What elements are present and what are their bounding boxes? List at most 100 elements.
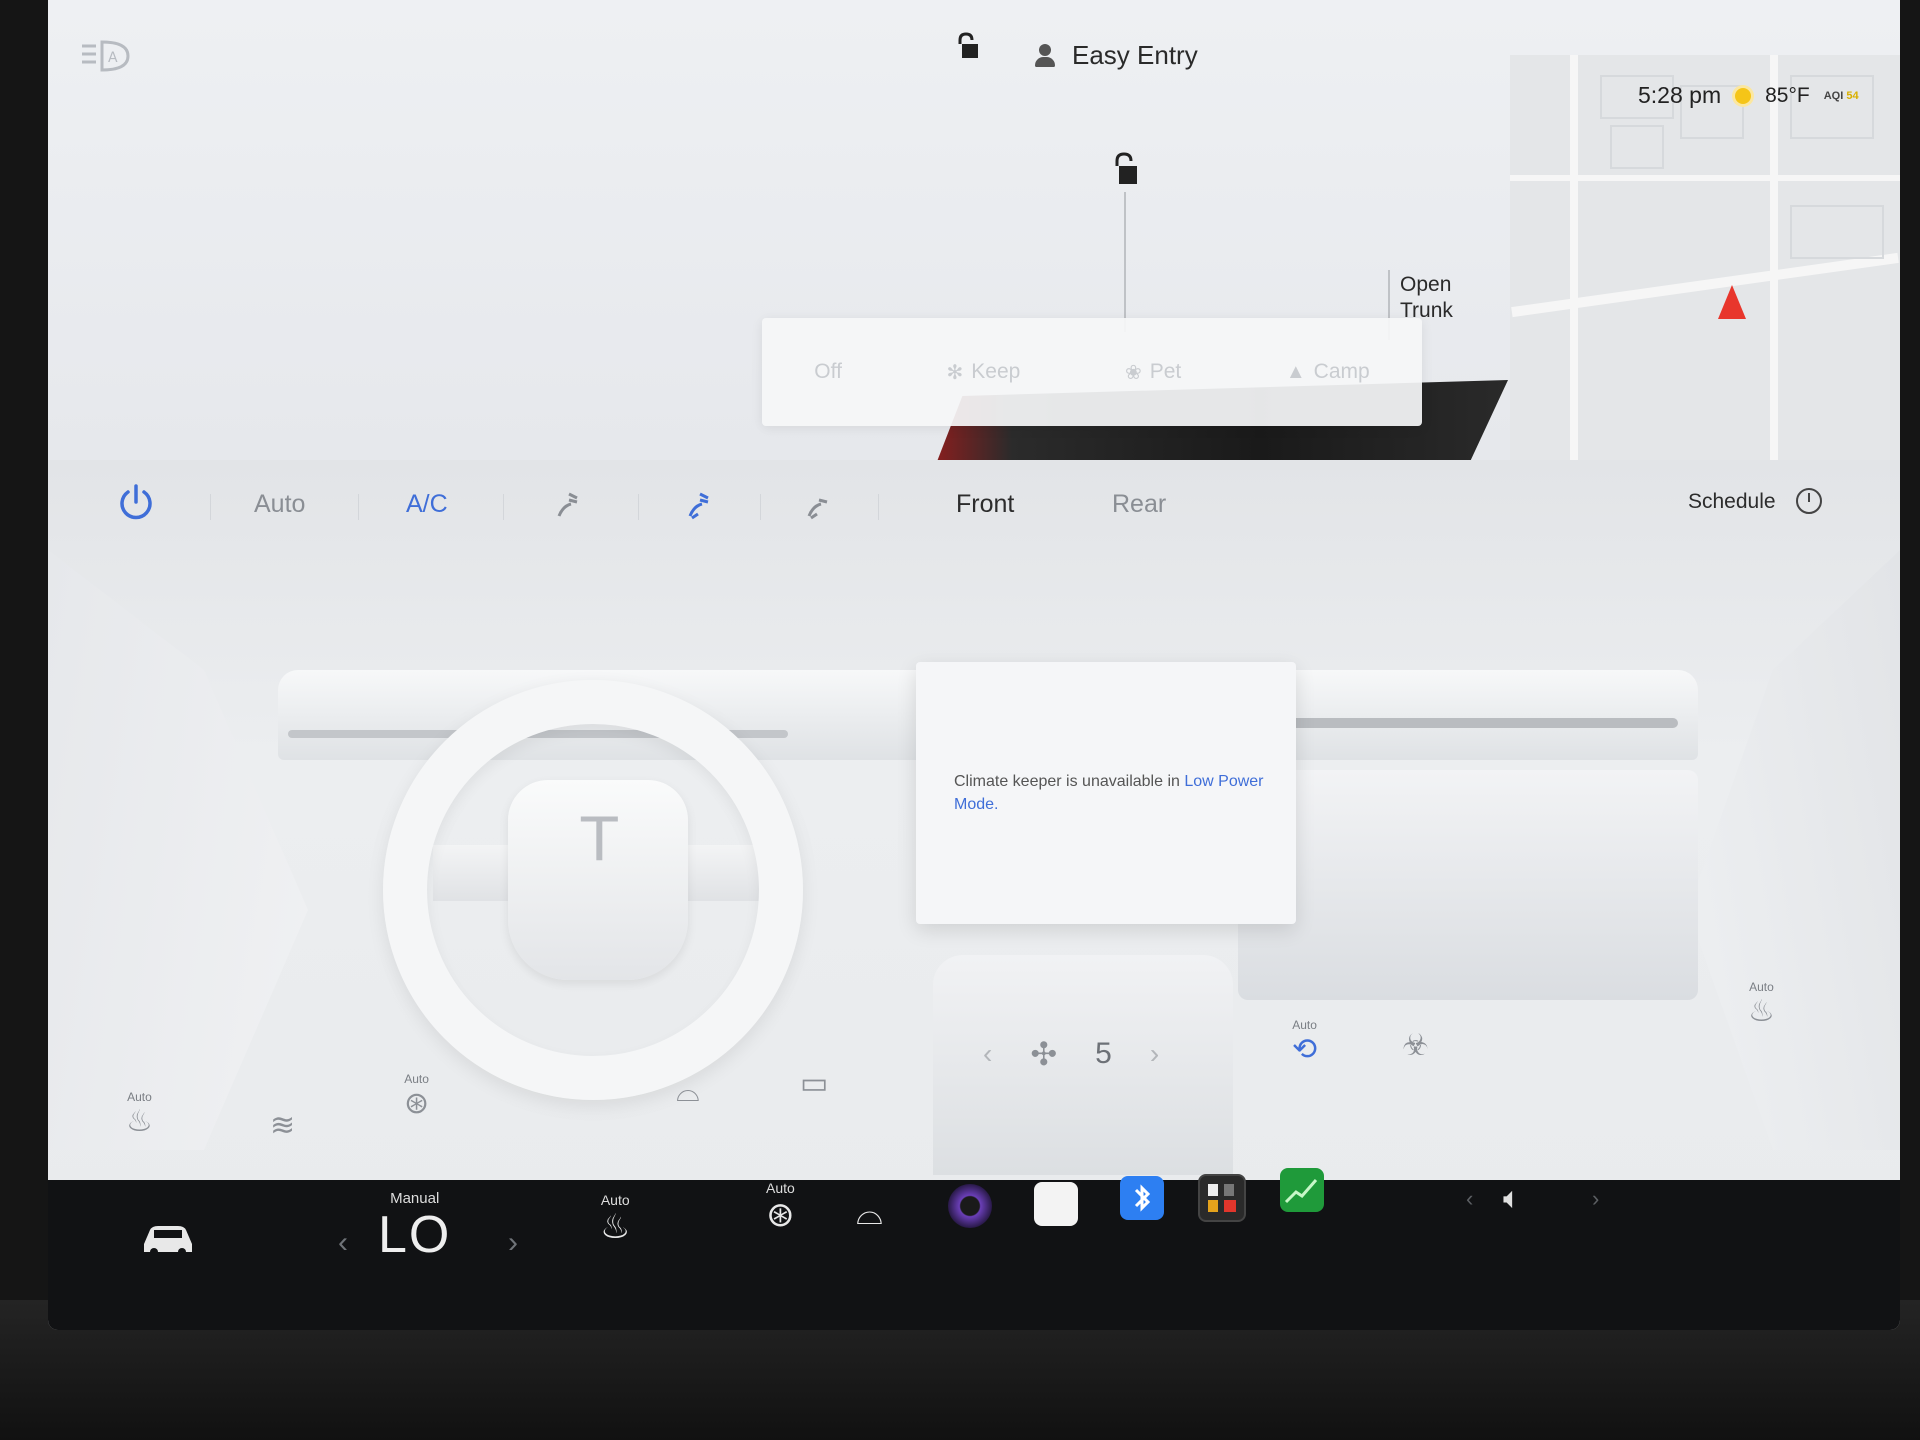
sun-icon [1735,87,1752,104]
wiper-defrost-icon: ≋ [270,1109,296,1142]
keeper-option-label: Pet [1149,360,1182,383]
climate-keeper-message: Climate keeper is unavailable in Low Pow… [916,662,1296,924]
recirculate-icon: ⟲ [1292,1033,1318,1066]
clock-icon[interactable] [1796,488,1822,514]
seat-heater-icon: ♨ [1748,995,1775,1028]
keeper-option-keep[interactable]: ✻ Keep [947,360,1021,385]
fan-decrease-button[interactable]: ‹ [983,1038,992,1070]
airflow-feet-icon[interactable] [803,490,833,527]
toolbar-divider [210,494,211,520]
taskbar-defrost-button[interactable]: ⌓ [856,1194,883,1232]
passenger-seat-heat-button[interactable]: Auto ♨ [1748,980,1775,1028]
bioweapon-mode-button[interactable]: ☣ [1402,1030,1429,1062]
fan-increase-button[interactable]: › [1150,1038,1159,1070]
message-suffix: . [994,796,999,813]
climate-panel: T Auto A/C Front Rear Schedule Climate k… [48,460,1900,1210]
rear-defrost-button[interactable]: ≋ [270,1110,295,1142]
rear-window-defrost-button[interactable]: ▭ [800,1068,828,1100]
toybox-app-icon[interactable] [1198,1174,1246,1222]
taskbar-steering-heat-button[interactable]: Auto ⊛ [766,1180,795,1234]
recirculate-mode: Auto [1292,1018,1317,1032]
aqi-value: 54 [1846,89,1859,102]
frunk-unlock-icon[interactable] [1110,152,1140,193]
steering-heat-icon: ⊛ [766,1196,795,1234]
notepad-app-icon[interactable] [1034,1182,1078,1226]
recirculate-button[interactable]: Auto ⟲ [1292,1018,1317,1067]
front-defrost-icon: ⌓ [676,1075,700,1108]
toolbar-divider [638,494,639,520]
keeper-option-camp[interactable]: ▲ Camp [1286,360,1370,384]
volume-increase-button[interactable]: › [1592,1186,1599,1212]
bottom-taskbar: ‹ Manual LO › Auto ♨ Auto ⊛ ⌓ ‹ 🔈︎ › [48,1168,1900,1330]
toolbar-divider [878,494,879,520]
climate-power-icon[interactable] [116,482,156,527]
bluetooth-app-icon[interactable] [1120,1176,1164,1220]
navigation-arrow-icon [1718,285,1746,319]
clock-time: 5:28 pm [1638,82,1722,108]
rear-defrost-icon: ▭ [800,1067,829,1100]
temp-mode-label: Manual [390,1190,440,1207]
seat-heater-icon: ♨ [126,1105,153,1138]
open-trunk-button[interactable]: Open Trunk [1400,272,1453,324]
fan-speed-value: 5 [1095,1037,1112,1070]
seat-heat-mode: Auto [127,1090,152,1104]
keeper-option-label: Camp [1313,360,1370,383]
temp-decrease-button[interactable]: ‹ [338,1226,348,1260]
airflow-face-icon[interactable] [553,490,583,527]
temp-increase-button[interactable]: › [508,1226,518,1260]
navigation-map[interactable] [1510,55,1900,460]
svg-text:A: A [108,50,118,66]
ac-button[interactable]: A/C [406,490,448,519]
paw-icon: ❀ [1124,361,1142,384]
tent-icon: ▲ [1285,360,1306,383]
steering-wheel-heat-button[interactable]: Auto ⊛ [404,1072,429,1120]
taskbar-seat-heat-button[interactable]: Auto ♨ [600,1192,630,1246]
driver-profile-icon [1034,43,1056,68]
front-defrost-icon: ⌓ [856,1194,883,1232]
climate-auto-button[interactable]: Auto [254,490,305,519]
right-vent-illustration [1248,718,1678,728]
energy-app-icon[interactable] [1280,1168,1324,1212]
frunk-leader-line [1124,192,1126,332]
toolbar-divider [760,494,761,520]
message-text: Climate keeper is unavailable in Low Pow… [954,770,1264,816]
toolbar-divider [503,494,504,520]
status-area: 5:28 pm 85°F AQI 54 [1638,82,1859,109]
message-body: Climate keeper is unavailable in [954,773,1185,790]
toolbar-divider [358,494,359,520]
schedule-button[interactable]: Schedule [1688,490,1776,514]
air-quality-index: AQI 54 [1824,90,1859,102]
front-defrost-button[interactable]: ⌓ [676,1076,700,1108]
vehicle-status-area: A Easy Entry 5:28 pm 85°F AQI 54 Open Tr… [48,0,1900,460]
volume-decrease-button[interactable]: ‹ [1466,1186,1473,1212]
tesla-logo-icon: T [581,805,618,875]
unlock-icon[interactable] [954,32,980,67]
right-pillar-illustration [1688,550,1900,1150]
auto-headlights-icon[interactable]: A [80,38,134,76]
touchscreen: A Easy Entry 5:28 pm 85°F AQI 54 Open Tr… [48,0,1900,1330]
keeper-option-label: Keep [971,360,1021,383]
driver-seat-heat-button[interactable]: Auto ♨ [126,1090,153,1138]
aqi-label: AQI [1823,89,1844,102]
camera-app-icon[interactable] [948,1184,992,1228]
airflow-face-feet-icon[interactable] [684,490,714,527]
fan-icon: ✻ [946,361,964,384]
front-tab[interactable]: Front [956,490,1014,519]
passenger-seat-heat-mode: Auto [1749,980,1774,994]
rear-tab[interactable]: Rear [1112,490,1166,519]
cabin-temperature[interactable]: Manual LO [378,1190,451,1263]
keeper-option-off[interactable]: Off [814,360,842,384]
taskbar-steering-heat-mode: Auto [766,1180,795,1196]
glovebox-illustration [1238,770,1698,1000]
driver-profile-button[interactable]: Easy Entry [1034,40,1198,71]
climate-toolbar: Auto A/C Front Rear Schedule [48,460,1900,550]
car-menu-icon[interactable] [140,1218,196,1263]
seat-heater-icon: ♨ [600,1208,631,1246]
keeper-option-pet[interactable]: ❀ Pet [1125,360,1181,385]
biohazard-icon: ☣ [1402,1029,1429,1062]
steering-heat-mode: Auto [404,1072,429,1086]
climate-keeper-selector: Off ✻ Keep ❀ Pet ▲ Camp [762,318,1422,426]
driver-profile-label: Easy Entry [1072,40,1198,70]
outside-temperature: 85°F [1765,83,1810,107]
volume-icon[interactable]: 🔈︎ [1503,1182,1521,1216]
